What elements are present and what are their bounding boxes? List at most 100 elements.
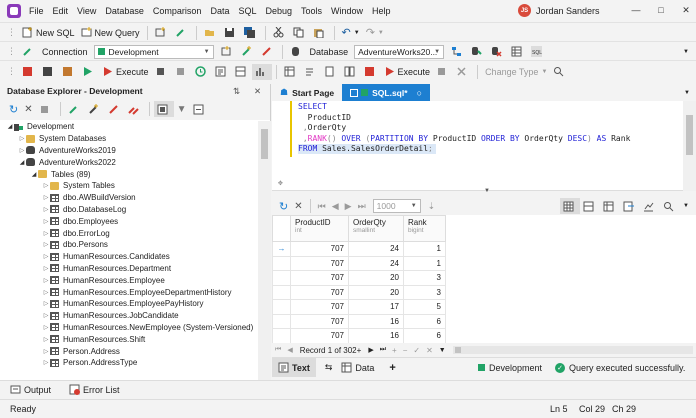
- expand-arrow-right-icon[interactable]: ▷: [42, 194, 50, 201]
- menu-database[interactable]: Database: [105, 6, 144, 16]
- expand-arrow-right-icon[interactable]: ▷: [18, 135, 26, 142]
- table-cell[interactable]: 16: [348, 328, 404, 344]
- scrollbar-thumb[interactable]: [686, 115, 693, 155]
- collapse-button[interactable]: [190, 101, 210, 117]
- run-button[interactable]: [79, 64, 99, 80]
- tree-node[interactable]: ▷ System Tables: [0, 180, 258, 192]
- table-cell[interactable]: 707: [290, 299, 349, 315]
- table-cell[interactable]: 20: [348, 270, 404, 286]
- history-button[interactable]: [192, 64, 212, 80]
- row-header[interactable]: [272, 284, 291, 300]
- close-icon[interactable]: ✕: [678, 3, 694, 17]
- expand-arrow-right-icon[interactable]: ▷: [42, 359, 50, 366]
- menu-view[interactable]: View: [77, 6, 96, 16]
- current-row-indicator-icon[interactable]: →: [272, 241, 291, 257]
- delete-record-button[interactable]: −: [400, 342, 411, 358]
- tree-node[interactable]: ▷ dbo.AWBuildVersion: [0, 192, 258, 204]
- table-cell[interactable]: 5: [403, 299, 446, 315]
- table-cell[interactable]: 24: [348, 255, 404, 271]
- error-list-tab[interactable]: Error List: [69, 384, 120, 395]
- table-cell[interactable]: 17: [348, 299, 404, 315]
- tb-db-icon-1[interactable]: [448, 44, 468, 60]
- tree-node[interactable]: ▷ AdventureWorks2019: [0, 145, 258, 157]
- table-cell[interactable]: 3: [403, 284, 446, 300]
- table-row[interactable]: 707 24 1: [272, 255, 446, 271]
- tb-exec-icon-14[interactable]: [550, 64, 570, 80]
- minimize-icon[interactable]: —: [628, 3, 644, 17]
- connection-icon-button[interactable]: [19, 44, 39, 60]
- tree-node[interactable]: ▷ Person.AddressType: [0, 357, 258, 369]
- next-page-button[interactable]: ▶: [342, 198, 355, 214]
- code-area[interactable]: SELECT ProductID ,OrderQty ,RANK() OVER …: [298, 102, 686, 155]
- expand-arrow-right-icon[interactable]: ▷: [42, 230, 50, 237]
- tree-node[interactable]: ▷ HumanResources.Candidates: [0, 251, 258, 263]
- chart-button[interactable]: [640, 198, 660, 214]
- table-cell[interactable]: 16: [348, 313, 404, 329]
- table-cell[interactable]: 1: [403, 255, 446, 271]
- expand-arrow-right-icon[interactable]: ▷: [42, 348, 50, 355]
- column-header-orderqty[interactable]: OrderQty smallint: [348, 215, 404, 242]
- expand-arrow-right-icon[interactable]: ▷: [42, 265, 50, 272]
- tree-node[interactable]: ▷ HumanResources.Employee: [0, 274, 258, 286]
- expand-arrow-right-icon[interactable]: ▷: [42, 182, 50, 189]
- tb-db-icon-5[interactable]: SQL: [528, 44, 548, 60]
- tb-exec-icon-12[interactable]: [433, 64, 453, 80]
- tree-node[interactable]: ◢ Tables (89): [0, 168, 258, 180]
- delete-button[interactable]: ✕: [21, 101, 35, 117]
- tree-node[interactable]: ▷ HumanResources.EmployeeDepartmentHistor…: [0, 286, 258, 298]
- scrollbar-thumb[interactable]: [454, 347, 461, 353]
- expand-arrow-right-icon[interactable]: ▷: [42, 218, 50, 225]
- database-select[interactable]: AdventureWorks20... ▼: [354, 44, 445, 59]
- page-size-select[interactable]: 1000 ▼: [372, 199, 421, 213]
- prev-page-button[interactable]: ◀: [329, 198, 342, 214]
- tree-node[interactable]: ▷ dbo.ErrorLog: [0, 227, 258, 239]
- expand-arrow-right-icon[interactable]: ▷: [42, 312, 50, 319]
- menu-sql[interactable]: SQL: [238, 6, 256, 16]
- table-cell[interactable]: 1: [403, 241, 446, 257]
- disconnect-all-button[interactable]: [125, 101, 145, 117]
- menu-window[interactable]: Window: [331, 6, 363, 16]
- tb-conn-icon-3[interactable]: [258, 44, 278, 60]
- refresh-button[interactable]: ↻: [6, 101, 21, 117]
- table-cell[interactable]: 20: [348, 284, 404, 300]
- tb-exec-icon-6[interactable]: [251, 63, 272, 80]
- tree-node[interactable]: ◢ AdventureWorks2022: [0, 156, 258, 168]
- expand-arrow-right-icon[interactable]: ▷: [18, 147, 26, 154]
- menu-edit[interactable]: Edit: [53, 6, 69, 16]
- pause-button[interactable]: [152, 64, 172, 80]
- stop-button[interactable]: [36, 101, 56, 117]
- pivot-button[interactable]: [600, 198, 620, 214]
- scrollbar-thumb[interactable]: [261, 129, 268, 159]
- tree-node[interactable]: ▷ HumanResources.Department: [0, 263, 258, 275]
- column-header-rank[interactable]: Rank bigint: [403, 215, 446, 242]
- tb-exec-icon-13[interactable]: [453, 64, 473, 80]
- expand-arrow-down-icon[interactable]: ◢: [6, 123, 14, 130]
- grid-view-button[interactable]: [560, 198, 581, 214]
- execute-button-right[interactable]: Execute: [381, 64, 434, 80]
- tab-close-icon[interactable]: ○: [417, 88, 422, 98]
- prev-record-button[interactable]: ◀: [284, 342, 295, 358]
- expand-arrow-down-icon[interactable]: ◢: [18, 159, 26, 166]
- change-type-button[interactable]: Change Type ▼: [482, 64, 550, 80]
- expand-arrow-down-icon[interactable]: ◢: [30, 171, 38, 178]
- tb-exec-icon-4[interactable]: [212, 64, 232, 80]
- tb-exec-icon-7[interactable]: [281, 64, 301, 80]
- row-header[interactable]: [272, 328, 291, 344]
- table-row[interactable]: 707 17 5: [272, 299, 446, 315]
- tree-node[interactable]: ▷ HumanResources.JobCandidate: [0, 310, 258, 322]
- tree-node[interactable]: ◢ Development: [0, 121, 258, 133]
- row-header[interactable]: [272, 299, 291, 315]
- first-record-button[interactable]: ⏮: [272, 342, 284, 358]
- expand-arrow-right-icon[interactable]: ▷: [42, 300, 50, 307]
- table-row[interactable]: 707 16 6: [272, 313, 446, 329]
- menu-help[interactable]: Help: [372, 6, 391, 16]
- table-cell[interactable]: 3: [403, 270, 446, 286]
- grid-hscrollbar[interactable]: [452, 346, 693, 354]
- expand-arrow-right-icon[interactable]: ▷: [42, 206, 50, 213]
- new-sql-button[interactable]: New SQL: [19, 25, 78, 41]
- tree-node[interactable]: ▷ Person.Address: [0, 345, 258, 357]
- row-header[interactable]: [272, 270, 291, 286]
- output-tab[interactable]: Output: [10, 384, 51, 395]
- table-row[interactable]: 707 20 3: [272, 284, 446, 300]
- tb-db-icon-4[interactable]: [508, 44, 528, 60]
